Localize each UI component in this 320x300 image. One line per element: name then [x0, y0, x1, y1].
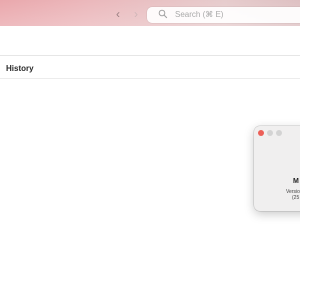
close-window-button[interactable] — [258, 130, 264, 136]
search-input[interactable]: Search (⌘ E) — [147, 7, 300, 23]
history-header — [0, 56, 300, 79]
toolbar — [0, 26, 300, 56]
zoom-window-button[interactable] — [276, 130, 282, 136]
app-name: M — [293, 178, 299, 185]
back-button[interactable]: ‹ — [116, 8, 126, 20]
build-text: (25 — [292, 195, 300, 201]
search-placeholder: Search (⌘ E) — [175, 10, 224, 19]
chevron-left-icon: ‹ — [116, 7, 120, 21]
search-icon — [158, 9, 168, 19]
minimize-window-button[interactable] — [267, 130, 273, 136]
forward-button[interactable]: › — [134, 8, 144, 20]
screen: ‹ › Search (⌘ E) History M Versio (25 — [0, 0, 300, 300]
about-window[interactable]: M Versio (25 — [254, 126, 300, 211]
chevron-right-icon: › — [134, 7, 138, 21]
title-bar: ‹ › Search (⌘ E) — [0, 0, 300, 26]
history-title: History — [6, 64, 34, 73]
